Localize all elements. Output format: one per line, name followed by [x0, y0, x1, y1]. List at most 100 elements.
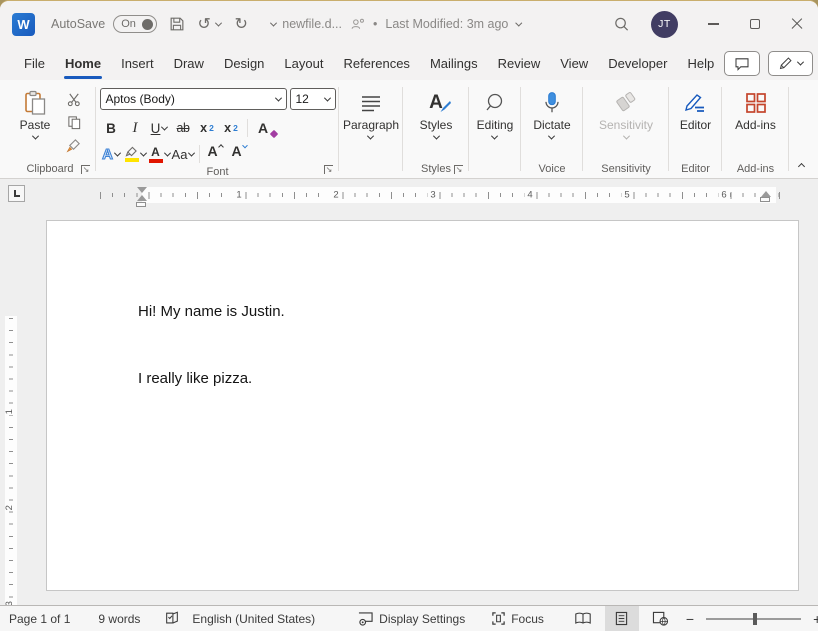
font-name-select[interactable]: Aptos (Body): [100, 88, 287, 110]
document-title-group[interactable]: newfile.d... • Last Modified: 3m ago: [282, 1, 521, 47]
paste-chevron-icon: [31, 133, 38, 140]
tab-home[interactable]: Home: [55, 51, 111, 76]
tab-file[interactable]: File: [14, 51, 55, 76]
tab-references[interactable]: References: [333, 51, 419, 76]
hanging-indent-marker[interactable]: [137, 195, 147, 201]
autosave-toggle[interactable]: On: [113, 15, 157, 33]
horizontal-ruler[interactable]: 1 2 3 4 5 6: [100, 187, 790, 203]
read-mode-button[interactable]: [566, 606, 600, 631]
search-button[interactable]: [609, 11, 633, 37]
zoom-in-button[interactable]: +: [813, 611, 818, 627]
undo-icon: ↺: [198, 14, 211, 34]
page-indicator[interactable]: Page 1 of 1: [9, 612, 70, 626]
avatar[interactable]: JT: [651, 11, 678, 38]
grow-font-caret-icon: [218, 144, 224, 150]
minimize-button[interactable]: [692, 1, 734, 47]
tab-view[interactable]: View: [550, 51, 598, 76]
language-indicator[interactable]: English (United States): [192, 612, 315, 626]
styles-label: Styles: [420, 119, 453, 132]
subscript-button[interactable]: x2: [196, 117, 219, 139]
redo-button[interactable]: ↻: [229, 11, 253, 37]
left-indent-marker[interactable]: [136, 202, 146, 207]
web-layout-button[interactable]: [644, 606, 678, 631]
underline-button[interactable]: U: [148, 117, 171, 139]
microphone-icon: [541, 90, 563, 116]
word-logo-icon[interactable]: W: [12, 13, 35, 36]
status-bar: Page 1 of 1 9 words English (United Stat…: [0, 605, 818, 631]
copy-button[interactable]: [62, 112, 86, 132]
paragraph[interactable]: I really like pizza.: [138, 370, 252, 387]
paragraph[interactable]: Hi! My name is Justin.: [138, 303, 285, 320]
font-size-select[interactable]: 12: [290, 88, 336, 110]
copy-icon: [67, 115, 82, 130]
tab-draw[interactable]: Draw: [164, 51, 214, 76]
sensitivity-button: Sensitivity: [599, 83, 653, 159]
paste-button[interactable]: Paste: [12, 83, 58, 159]
font-color-button[interactable]: A: [148, 143, 171, 165]
text-effects-label: A: [102, 146, 113, 163]
clipboard-dialog-launcher[interactable]: ↘: [81, 165, 90, 174]
ruler-half-inch-ticks: [100, 192, 790, 199]
tab-mailings[interactable]: Mailings: [420, 51, 488, 76]
save-button[interactable]: [165, 11, 189, 37]
styles-button[interactable]: A Styles: [420, 83, 453, 159]
document-area: 1 2 3 Hi! My name is Justin. I really li…: [0, 212, 818, 605]
zoom-slider[interactable]: [706, 618, 801, 620]
undo-button[interactable]: ↺: [197, 11, 221, 37]
vertical-ruler[interactable]: 1 2 3: [5, 212, 17, 605]
maximize-button[interactable]: [734, 1, 776, 47]
paragraph-button[interactable]: Paragraph: [343, 83, 399, 159]
addins-button[interactable]: Add-ins: [735, 83, 776, 159]
zoom-slider-thumb[interactable]: [753, 613, 757, 625]
font-dialog-launcher[interactable]: ↘: [324, 165, 333, 174]
sensitivity-group: Sensitivity Sensitivity: [583, 80, 669, 178]
tab-review[interactable]: Review: [488, 51, 551, 76]
tab-row-actions: [724, 51, 818, 76]
tab-design[interactable]: Design: [214, 51, 274, 76]
save-icon: [168, 15, 186, 33]
clear-formatting-button[interactable]: A: [252, 117, 275, 139]
word-count[interactable]: 9 words: [98, 612, 140, 626]
text-effects-button[interactable]: A: [100, 143, 123, 165]
tab-developer[interactable]: Developer: [598, 51, 677, 76]
close-button[interactable]: [776, 1, 818, 47]
display-settings-button[interactable]: Display Settings: [357, 611, 465, 626]
collapse-ribbon-button[interactable]: [798, 163, 805, 170]
tab-help[interactable]: Help: [677, 51, 724, 76]
editor-label: Editor: [680, 119, 711, 132]
highlight-button[interactable]: [124, 143, 147, 165]
font-name-value: Aptos (Body): [106, 92, 175, 106]
tab-insert[interactable]: Insert: [111, 51, 164, 76]
ink-editor-button[interactable]: [768, 51, 813, 76]
ruler-bar: 1 2 3 4 5 6: [0, 179, 818, 212]
bold-button[interactable]: B: [100, 117, 123, 139]
tab-layout[interactable]: Layout: [274, 51, 333, 76]
cut-button[interactable]: [62, 89, 86, 109]
autosave-label: AutoSave: [51, 17, 105, 31]
italic-button[interactable]: I: [124, 117, 147, 139]
comments-button[interactable]: [724, 51, 760, 76]
right-indent-marker-base[interactable]: [760, 197, 770, 202]
superscript-button[interactable]: x2: [220, 117, 243, 139]
grow-font-button[interactable]: A: [204, 143, 227, 165]
ribbon-tab-row: File Home Insert Draw Design Layout Refe…: [0, 47, 818, 80]
styles-dialog-launcher[interactable]: ↘: [454, 165, 463, 174]
strikethrough-button[interactable]: ab: [172, 117, 195, 139]
zoom-out-button[interactable]: −: [686, 611, 694, 627]
shrink-font-button[interactable]: A: [228, 143, 251, 165]
print-layout-button[interactable]: [605, 606, 639, 631]
document-page[interactable]: Hi! My name is Justin. I really like piz…: [46, 220, 799, 591]
tab-stop-selector[interactable]: [8, 185, 25, 202]
first-line-indent-marker[interactable]: [137, 187, 147, 193]
change-case-button[interactable]: Aa: [172, 143, 195, 165]
paste-label: Paste: [20, 119, 51, 132]
focus-button[interactable]: Focus: [491, 611, 544, 626]
proofing-status-button[interactable]: [164, 611, 180, 626]
editor-button[interactable]: Editor: [680, 83, 711, 159]
format-painter-button[interactable]: [62, 135, 86, 155]
subscript-mark: 2: [209, 123, 214, 133]
dictate-button[interactable]: Dictate: [533, 83, 570, 159]
display-settings-label: Display Settings: [379, 612, 465, 626]
minimize-icon: [708, 23, 719, 24]
editing-button[interactable]: Editing: [477, 83, 514, 159]
